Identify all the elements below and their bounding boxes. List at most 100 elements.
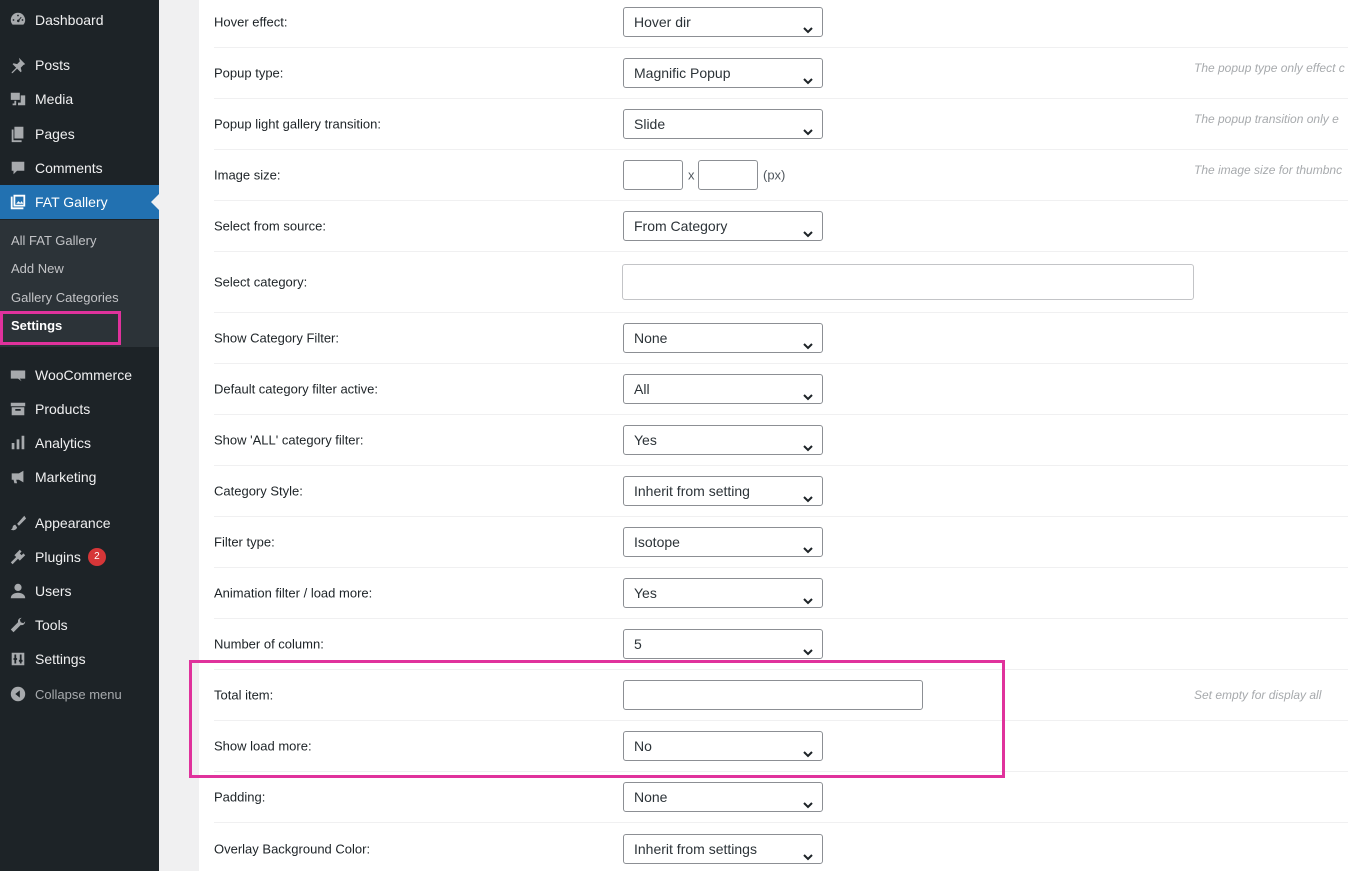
category-style-label: Category Style: xyxy=(214,483,303,499)
show-all-filter-select[interactable]: Yes xyxy=(623,425,823,455)
chevron-down-icon xyxy=(802,639,814,656)
animation-filter-label: Animation filter / load more: xyxy=(214,585,373,601)
chevron-down-icon xyxy=(802,384,814,401)
row-animation-filter: Animation filter / load more: Yes xyxy=(214,568,1348,619)
show-all-filter-label: Show 'ALL' category filter: xyxy=(214,432,364,448)
menu-settings[interactable]: Settings xyxy=(0,642,159,676)
category-label: Select category: xyxy=(214,274,308,290)
row-overlay-bg: Overlay Background Color: Inherit from s… xyxy=(214,823,1348,871)
popup-transition-help: The popup transition only e xyxy=(1194,112,1339,126)
menu-users[interactable]: Users xyxy=(0,574,159,608)
menu-analytics[interactable]: Analytics xyxy=(0,426,159,460)
pages-icon xyxy=(8,124,28,144)
chevron-down-icon xyxy=(802,537,814,554)
collapse-icon xyxy=(8,684,28,704)
popup-transition-label: Popup light gallery transition: xyxy=(214,116,381,132)
filter-type-label: Filter type: xyxy=(214,534,275,550)
source-select[interactable]: From Category xyxy=(623,211,823,241)
chevron-down-icon xyxy=(802,486,814,503)
chevron-down-icon xyxy=(802,221,814,238)
image-size-separator: x xyxy=(688,167,695,183)
menu-comments[interactable]: Comments xyxy=(0,151,159,185)
menu-appearance[interactable]: Appearance xyxy=(0,506,159,540)
wrench-icon xyxy=(8,615,28,635)
comments-icon xyxy=(8,158,28,178)
default-filter-active-select[interactable]: All xyxy=(623,374,823,404)
row-category-style: Category Style: Inherit from setting xyxy=(214,466,1348,517)
media-icon xyxy=(8,89,28,109)
menu-plugins[interactable]: Plugins 2 xyxy=(0,540,159,574)
row-show-all-filter: Show 'ALL' category filter: Yes xyxy=(214,415,1348,466)
popup-type-select[interactable]: Magnific Popup xyxy=(623,58,823,88)
menu-posts[interactable]: Posts xyxy=(0,48,159,82)
row-hover-effect: Hover effect: Hover dir xyxy=(214,0,1348,48)
chevron-down-icon xyxy=(802,435,814,452)
collapse-menu-button[interactable]: Collapse menu xyxy=(0,677,159,711)
chevron-down-icon xyxy=(802,119,814,136)
filter-type-select[interactable]: Isotope xyxy=(623,527,823,557)
submenu-all-fat-gallery[interactable]: All FAT Gallery xyxy=(11,233,96,248)
show-category-filter-select[interactable]: None xyxy=(623,323,823,353)
columns-select[interactable]: 5 xyxy=(623,629,823,659)
popup-type-label: Popup type: xyxy=(214,65,284,81)
popup-type-help: The popup type only effect c xyxy=(1194,61,1345,75)
menu-woocommerce[interactable]: WooCommerce xyxy=(0,358,159,392)
total-item-help: Set empty for display all xyxy=(1194,688,1322,702)
image-size-unit: (px) xyxy=(763,167,786,183)
hover-effect-select[interactable]: Hover dir xyxy=(623,7,823,37)
chevron-down-icon xyxy=(802,588,814,605)
columns-label: Number of column: xyxy=(214,636,324,652)
category-multiselect[interactable] xyxy=(622,264,1194,300)
row-select-category: Select category: xyxy=(214,252,1348,313)
menu-fat-gallery[interactable]: FAT Gallery xyxy=(0,185,159,219)
row-image-size: Image size: x (px) The image size for th… xyxy=(214,150,1348,201)
animation-filter-select[interactable]: Yes xyxy=(623,578,823,608)
products-icon xyxy=(8,399,28,419)
padding-select[interactable]: None xyxy=(623,782,823,812)
row-popup-type: Popup type: Magnific Popup The popup typ… xyxy=(214,48,1348,99)
gallery-icon xyxy=(8,192,28,212)
submenu-add-new[interactable]: Add New xyxy=(11,261,64,276)
row-show-category-filter: Show Category Filter: None xyxy=(214,313,1348,364)
menu-pages[interactable]: Pages xyxy=(0,117,159,151)
menu-products[interactable]: Products xyxy=(0,392,159,426)
popup-transition-select[interactable]: Slide xyxy=(623,109,823,139)
category-style-select[interactable]: Inherit from setting xyxy=(623,476,823,506)
image-height-input[interactable] xyxy=(698,160,758,190)
chevron-down-icon xyxy=(802,792,814,809)
plugin-icon xyxy=(8,547,28,567)
chevron-down-icon xyxy=(802,844,814,860)
default-filter-active-label: Default category filter active: xyxy=(214,381,379,397)
menu-marketing[interactable]: Marketing xyxy=(0,460,159,494)
dashboard-icon xyxy=(8,10,28,30)
row-popup-transition: Popup light gallery transition: Slide Th… xyxy=(214,99,1348,150)
overlay-bg-label: Overlay Background Color: xyxy=(214,841,371,856)
submenu-gallery-categories[interactable]: Gallery Categories xyxy=(11,290,119,305)
load-more-options-highlight xyxy=(189,660,1005,778)
settings-icon xyxy=(8,649,28,669)
image-width-input[interactable] xyxy=(623,160,683,190)
show-category-filter-label: Show Category Filter: xyxy=(214,330,339,346)
row-select-source: Select from source: From Category xyxy=(214,201,1348,252)
image-size-label: Image size: xyxy=(214,167,281,183)
analytics-icon xyxy=(8,433,28,453)
overlay-bg-select[interactable]: Inherit from settings xyxy=(623,833,823,864)
settings-submenu-highlight xyxy=(0,311,121,345)
hover-effect-label: Hover effect: xyxy=(214,14,288,30)
menu-media[interactable]: Media xyxy=(0,82,159,116)
menu-dashboard[interactable]: Dashboard xyxy=(0,3,159,37)
row-default-filter-active: Default category filter active: All xyxy=(214,364,1348,415)
megaphone-icon xyxy=(8,467,28,487)
chevron-down-icon xyxy=(802,333,814,350)
padding-label: Padding: xyxy=(214,789,266,805)
source-label: Select from source: xyxy=(214,218,326,234)
brush-icon xyxy=(8,513,28,533)
image-size-help: The image size for thumbnc xyxy=(1194,163,1343,177)
row-padding: Padding: None xyxy=(214,772,1348,823)
chevron-down-icon xyxy=(802,68,814,85)
chevron-down-icon xyxy=(802,17,814,34)
plugins-update-badge: 2 xyxy=(87,548,106,566)
menu-tools[interactable]: Tools xyxy=(0,608,159,642)
admin-sidebar: Dashboard Posts Media Pages Comments FAT… xyxy=(0,0,159,871)
row-filter-type: Filter type: Isotope xyxy=(214,517,1348,568)
